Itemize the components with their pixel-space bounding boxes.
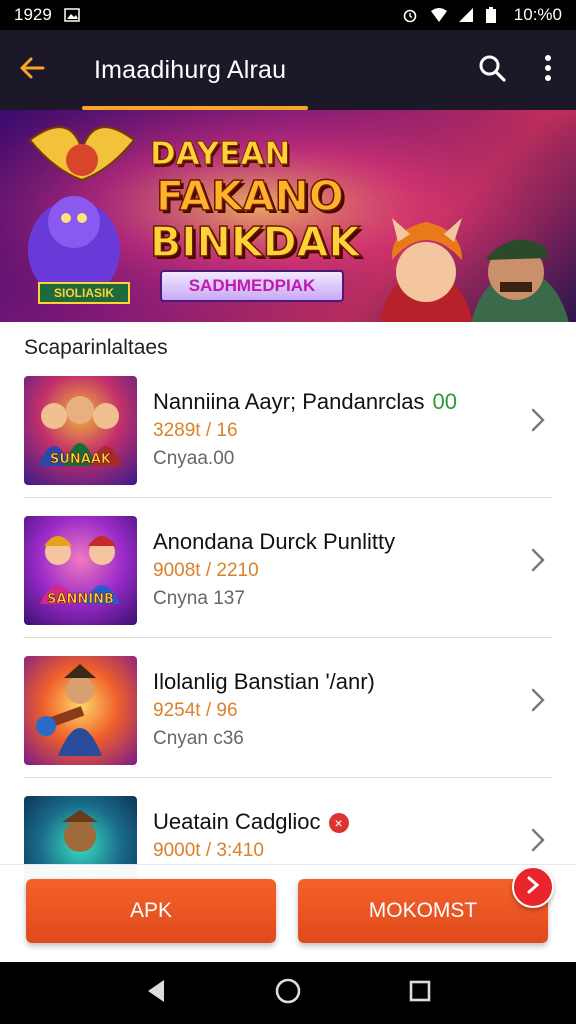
item-title: Ueatain Cadglioc × bbox=[153, 809, 349, 835]
nav-home-button[interactable] bbox=[266, 971, 310, 1015]
item-title-text: Ueatain Cadglioc bbox=[153, 809, 321, 834]
item-subtitle: Cnyan c36 bbox=[153, 728, 244, 749]
chevron-right-icon bbox=[528, 828, 548, 852]
next-fab-button[interactable] bbox=[512, 866, 554, 908]
wifi-icon bbox=[430, 7, 447, 23]
gallery-icon bbox=[64, 7, 80, 23]
status-left: 1929 bbox=[14, 5, 80, 25]
thumbnail-caption: SANNINB bbox=[47, 592, 114, 608]
apk-button[interactable]: APK bbox=[26, 879, 276, 943]
item-title: Nanniina Aayr; Pandanrclas 00 bbox=[153, 389, 457, 415]
chevron-right-icon bbox=[528, 408, 548, 432]
list-item[interactable]: SANNINB Anondana Durck Punlitty 9008t / … bbox=[0, 512, 576, 652]
banner-title-line-2: FAKANO bbox=[155, 171, 344, 221]
list-divider bbox=[24, 637, 552, 638]
thumbnail-caption: SUNAAK bbox=[50, 452, 112, 468]
more-options-button[interactable] bbox=[520, 30, 576, 110]
list-item[interactable]: Ilolanlig Banstian '/anr) 9254t / 96 Cny… bbox=[0, 652, 576, 792]
search-icon bbox=[477, 53, 507, 88]
item-thumbnail: SUNAAK bbox=[24, 376, 137, 485]
battery-icon bbox=[485, 7, 502, 23]
banner-title-line-1: DAYEAN bbox=[149, 136, 291, 173]
more-vert-icon bbox=[544, 54, 552, 87]
banner-badge: SIOLIASIK bbox=[38, 282, 130, 304]
signal-icon bbox=[458, 7, 474, 23]
list-item[interactable]: SUNAAK Nanniina Aayr; Pandanrclas 00 3289… bbox=[0, 372, 576, 512]
nav-back-button[interactable] bbox=[134, 971, 178, 1015]
item-tag: 00 bbox=[432, 389, 457, 414]
item-price: 3289t / 16 bbox=[153, 420, 238, 441]
status-clock: 10:%0 bbox=[513, 5, 562, 24]
game-list: SUNAAK Nanniina Aayr; Pandanrclas 00 3289… bbox=[0, 372, 576, 932]
secondary-action-button[interactable]: MOKOMST bbox=[298, 879, 548, 943]
item-title-text: Nanniina Aayr; Pandanrclas bbox=[153, 389, 425, 414]
item-thumbnail bbox=[24, 656, 137, 765]
thumbnail-art bbox=[40, 536, 120, 604]
section-title: Scaparinlaltaes bbox=[24, 336, 168, 359]
item-price: 9254t / 96 bbox=[153, 700, 238, 721]
bottom-action-bar: APK MOKOMST bbox=[0, 864, 576, 962]
item-subtitle: Cnyaa.00 bbox=[153, 448, 235, 469]
item-title: Ilolanlig Banstian '/anr) bbox=[153, 669, 375, 694]
search-button[interactable] bbox=[464, 30, 520, 110]
back-button[interactable] bbox=[0, 30, 64, 110]
item-thumbnail: SANNINB bbox=[24, 516, 137, 625]
banner-ribbon: SADHMEDPIAK bbox=[160, 270, 344, 302]
back-arrow-icon bbox=[17, 53, 47, 88]
item-price: 9000t / 3:410 bbox=[153, 840, 264, 861]
chevron-right-icon bbox=[528, 548, 548, 572]
status-bar: 1929 10:%0 bbox=[0, 0, 576, 30]
promo-banner[interactable]: DAYEAN FAKANO BINKDAK SADHMEDPIAK SIOLIA… bbox=[0, 110, 576, 322]
nav-recents-icon bbox=[408, 979, 432, 1008]
app-screen: 1929 10:%0 Imaadihurg Alrau DAYEAN FAKAN… bbox=[0, 0, 576, 1024]
nav-recents-button[interactable] bbox=[398, 971, 442, 1015]
chevron-right-icon bbox=[525, 876, 541, 899]
page-title: Imaadihurg Alrau bbox=[94, 55, 287, 84]
alarm-icon bbox=[402, 7, 418, 23]
item-subtitle: Cnyna 137 bbox=[153, 588, 245, 609]
system-nav-bar bbox=[0, 962, 576, 1024]
chevron-right-icon bbox=[528, 688, 548, 712]
nav-back-icon bbox=[144, 978, 168, 1009]
status-time: 1929 bbox=[14, 5, 52, 24]
nav-home-icon bbox=[274, 977, 302, 1010]
status-right: 10:%0 bbox=[402, 5, 562, 25]
item-price: 9008t / 2210 bbox=[153, 560, 259, 581]
close-badge-icon: × bbox=[328, 813, 349, 834]
thumbnail-art bbox=[36, 664, 102, 756]
item-title: Anondana Durck Punlitty bbox=[153, 529, 396, 554]
list-divider bbox=[24, 777, 552, 778]
thumbnail-art bbox=[38, 396, 122, 466]
list-divider bbox=[24, 497, 552, 498]
app-bar: Imaadihurg Alrau bbox=[0, 30, 576, 110]
banner-title-line-3: BINKDAK bbox=[149, 217, 361, 267]
